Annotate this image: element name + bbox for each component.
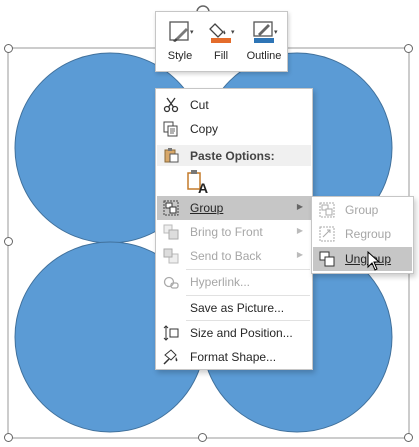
menu-item-label: Copy: [190, 122, 219, 136]
menu-item-label: Hyperlink...: [190, 275, 251, 289]
clipboard-icon: [164, 148, 179, 163]
chevron-down-icon: ▾: [190, 29, 194, 36]
menu-item-send-to-back[interactable]: Send to Back ▶: [157, 244, 311, 268]
resize-handle-bottom-right[interactable]: [404, 433, 413, 442]
resize-handle-bottom-left[interactable]: [4, 433, 13, 442]
menu-item-label: Save as Picture...: [190, 301, 285, 315]
chevron-down-icon: ▾: [231, 29, 235, 36]
menu-item-group[interactable]: Group ▶: [157, 196, 311, 220]
fill-button[interactable]: ▾ Fill: [201, 12, 241, 71]
fill-label: Fill: [213, 50, 229, 62]
chevron-down-icon: ▾: [274, 29, 278, 36]
paste-keep-text-only-button[interactable]: A: [186, 169, 210, 196]
outline-label: Outline: [246, 50, 282, 62]
menu-item-size-and-position[interactable]: Size and Position...: [157, 321, 311, 345]
menu-item-hyperlink[interactable]: Hyperlink...: [157, 270, 311, 294]
regroup-icon: [319, 226, 335, 242]
scissors-icon: [163, 97, 179, 113]
resize-handle-top-right[interactable]: [404, 44, 413, 53]
submenu-item-label: Group: [345, 203, 379, 217]
context-menu: Cut Copy Paste Options: A Group ▶ Bring …: [155, 88, 313, 370]
submenu-item-group[interactable]: Group: [313, 198, 412, 222]
resize-handle-top-left[interactable]: [4, 44, 13, 53]
size-and-position-icon: [163, 325, 179, 341]
submenu-item-regroup[interactable]: Regroup: [313, 222, 412, 246]
resize-handle-bottom[interactable]: [198, 433, 207, 442]
menu-item-label: Cut: [190, 98, 209, 112]
menu-item-label: Group: [190, 201, 224, 215]
copy-icon: [163, 121, 178, 137]
shape-outline-icon: [253, 21, 274, 43]
ungroup-icon: [319, 251, 335, 267]
resize-handle-left[interactable]: [4, 237, 13, 246]
chevron-right-icon: ▶: [296, 226, 303, 235]
outline-button[interactable]: ▾ Outline: [244, 12, 284, 71]
paste-text-only-icon: A: [187, 170, 208, 196]
chevron-right-icon: ▶: [296, 250, 303, 259]
format-shape-icon: [163, 349, 178, 365]
menu-item-bring-to-front[interactable]: Bring to Front ▶: [157, 220, 311, 244]
menu-item-format-shape[interactable]: Format Shape...: [157, 345, 311, 369]
mini-toolbar: ▾ Style ▾ Fill ▾ Outline: [155, 11, 288, 72]
menu-item-label: Format Shape...: [190, 350, 277, 364]
style-button[interactable]: ▾ Style: [160, 12, 200, 71]
menu-item-label: Size and Position...: [190, 326, 293, 340]
chevron-right-icon: ▶: [296, 202, 303, 211]
shape-style-icon: [169, 21, 189, 42]
menu-item-copy[interactable]: Copy: [157, 117, 311, 141]
group-icon: [163, 200, 179, 216]
mouse-pointer-icon: [367, 251, 381, 271]
menu-item-label: Send to Back: [190, 249, 262, 263]
style-label: Style: [167, 50, 193, 62]
hyperlink-icon: [163, 276, 179, 289]
paste-options-label: Paste Options:: [190, 149, 275, 163]
menu-item-save-as-picture[interactable]: Save as Picture...: [157, 296, 311, 320]
svg-text:A: A: [198, 180, 208, 195]
submenu-item-label: Regroup: [345, 227, 392, 241]
submenu-item-ungroup[interactable]: Ungroup: [313, 247, 412, 271]
paint-bucket-icon: [209, 23, 231, 43]
send-to-back-icon: [163, 248, 179, 264]
menu-item-label: Bring to Front: [190, 225, 263, 239]
group-submenu: Group Regroup Ungroup: [311, 196, 414, 274]
bring-to-front-icon: [163, 224, 179, 240]
paste-options-header: Paste Options:: [157, 145, 311, 166]
menu-item-cut[interactable]: Cut: [157, 93, 311, 117]
group-icon: [319, 202, 335, 218]
